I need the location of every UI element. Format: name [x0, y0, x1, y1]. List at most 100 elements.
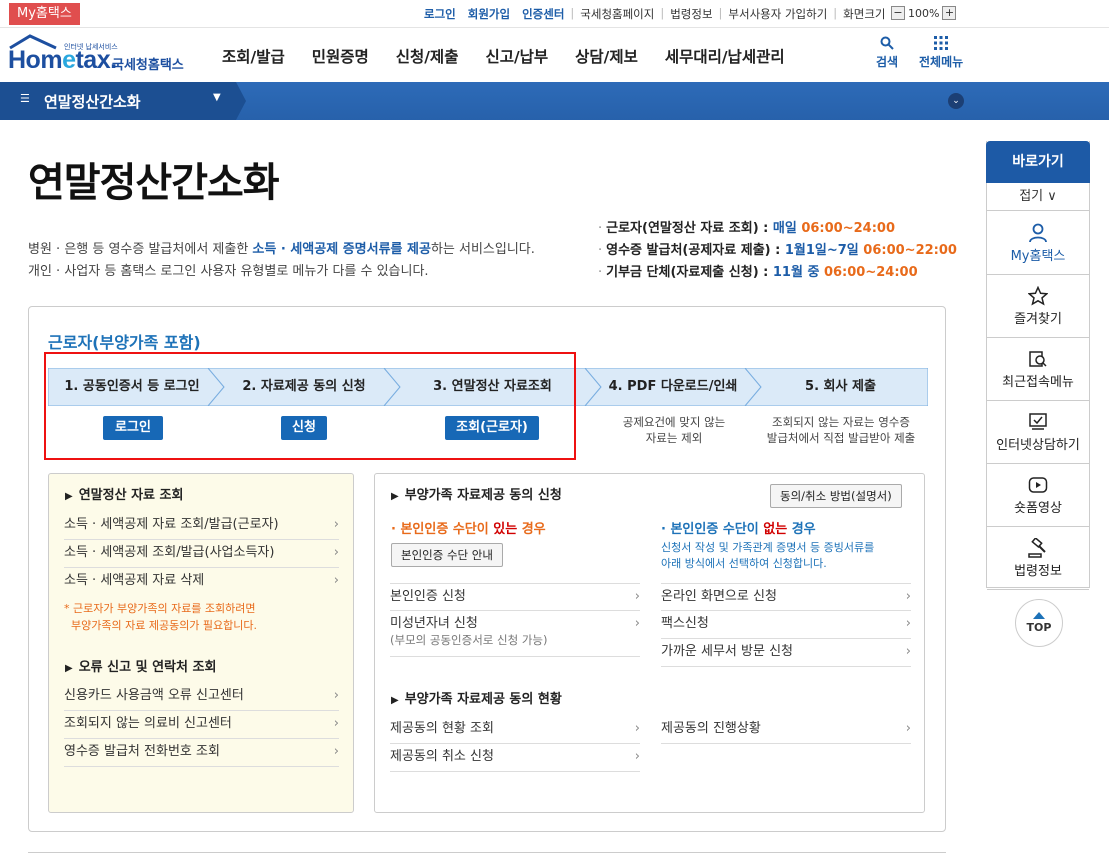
page-title: 연말정산간소화	[28, 160, 280, 206]
search-icon	[880, 36, 894, 50]
location-arrow	[236, 82, 246, 120]
list-item[interactable]: 제공동의 취소 신청 ›	[390, 744, 640, 772]
quick-short-video[interactable]: 숏폼영상	[987, 464, 1089, 527]
scroll-top-button[interactable]: TOP	[1015, 599, 1063, 647]
utility-bar: My홈택스 로그인 회원가입 인증센터 | 국세청홈페이지 | 법령정보 | 부…	[0, 0, 1109, 28]
step-4: 4. PDF 다운로드/인쇄	[608, 379, 738, 394]
list-item[interactable]: 영수증 발급처 전화번호 조회 ›	[64, 739, 339, 767]
chevron-right-icon: ›	[333, 545, 339, 560]
grid-icon	[934, 36, 949, 50]
gavel-icon	[1028, 538, 1046, 558]
logo-wordmark: Hometax.	[8, 46, 117, 74]
chevron-right-icon: ›	[333, 517, 339, 532]
list-item[interactable]: 제공동의 진행상황 ›	[661, 716, 911, 744]
consult-icon	[1029, 413, 1047, 430]
person-icon	[1029, 223, 1047, 243]
panel-heading: 오류 신고 및 연락처 조회	[65, 656, 217, 675]
year-end-data-panel: 연말정산 자료 조회 소득 · 세액공제 자료 조회/발급(근로자)› 소득 ·…	[48, 473, 354, 813]
schedule-item: · 기부금 단체(자료제출 신청) : 11월 중 06:00~24:00	[598, 265, 918, 280]
recent-menu-icon	[1029, 351, 1047, 367]
all-menu-button[interactable]: 전체메뉴	[919, 36, 963, 70]
panel-heading: 연말정산 자료 조회	[65, 484, 184, 503]
law-info-link[interactable]: 법령정보	[664, 6, 718, 22]
list-item[interactable]: 제공동의 현황 조회 ›	[390, 716, 640, 744]
has-auth-heading: · 본인인증 수단이 있는 경우	[391, 522, 546, 537]
schedule-item: · 근로자(연말정산 자료 조회) : 매일 06:00~24:00	[598, 221, 895, 236]
cert-center-link[interactable]: 인증센터	[516, 6, 570, 22]
main-content-box: 근로자(부양가족 포함) 1. 공동인증서 등 로그인 2. 자료제공 동의 신…	[28, 306, 946, 832]
gnb-report-pay[interactable]: 신고/납부	[485, 45, 548, 67]
location-title[interactable]: 연말정산간소화	[44, 91, 141, 112]
gnb-civil-certificate[interactable]: 민원증명	[312, 45, 369, 67]
dependent-consent-panel: 부양가족 자료제공 동의 신청 동의/취소 방법(설명서) · 본인인증 수단이…	[374, 473, 925, 813]
chevron-right-icon: ›	[634, 616, 640, 631]
section-title: 근로자(부양가족 포함)	[48, 333, 201, 352]
search-button[interactable]: 검색	[876, 36, 898, 70]
screen-size-label: 화면크기	[843, 7, 886, 21]
gnb-apply-submit[interactable]: 신청/제출	[396, 45, 459, 67]
chevron-right-icon: ›	[333, 688, 339, 703]
location-bar: ☰ 연말정산간소화 ▼ ⌄	[0, 82, 1109, 120]
chevron-right-icon: ›	[333, 744, 339, 759]
all-menu-label: 전체메뉴	[919, 55, 964, 69]
panel-heading: 부양가족 자료제공 동의 신청	[391, 484, 562, 503]
list-item[interactable]: 소득 · 세액공제 자료 삭제 ›	[64, 568, 339, 596]
star-icon	[1028, 286, 1048, 306]
expand-circle-icon[interactable]: ⌄	[948, 93, 964, 109]
consent-guide-button[interactable]: 동의/취소 방법(설명서)	[770, 484, 902, 508]
utility-links: 로그인 회원가입 인증센터 | 국세청홈페이지 | 법령정보 | 부서사용자 가…	[418, 6, 892, 22]
global-nav: 조회/발급 민원증명 신청/제출 신고/납부 상담/제보 세무대리/납세관리	[222, 45, 812, 67]
list-item[interactable]: 미성년자녀 신청 (부모의 공동인증서로 신청 가능) ›	[390, 611, 640, 657]
list-item[interactable]: 본인인증 신청 ›	[390, 583, 640, 611]
quick-law-info[interactable]: 법령정보	[987, 527, 1089, 590]
quick-favorites[interactable]: 즐겨찾기	[987, 275, 1089, 338]
quick-menu-fold-button[interactable]: 접기 ∨	[987, 183, 1089, 211]
gnb-inquiry-issue[interactable]: 조회/발급	[222, 45, 285, 67]
intro-highlight: 소득 · 세액공제 증명서류를 제공	[252, 242, 431, 257]
gnb-consult-tipoff[interactable]: 상담/제보	[575, 45, 638, 67]
search-label: 검색	[876, 55, 899, 69]
auth-guide-button[interactable]: 본인인증 수단 안내	[391, 543, 503, 567]
menu-icon[interactable]: ☰	[20, 92, 30, 105]
panel-heading: 부양가족 자료제공 동의 현황	[391, 688, 562, 707]
nts-home-link[interactable]: 국세청홈페이지	[574, 6, 660, 22]
dept-user-signup-link[interactable]: 부서사용자 가입하기	[722, 6, 833, 22]
chevron-right-icon: ›	[333, 573, 339, 588]
zoom-level: 100%	[908, 6, 940, 20]
step-5: 5. 회사 제출	[805, 379, 876, 394]
quick-internet-consult[interactable]: 인터넷상담하기	[987, 401, 1089, 464]
step-4-description: 공제요건에 맞지 않는 자료는 제외	[622, 415, 726, 445]
signup-link[interactable]: 회원가입	[462, 6, 516, 22]
footer-divider	[28, 852, 946, 853]
zoom-in-button[interactable]: +	[942, 6, 957, 20]
list-item[interactable]: 소득 · 세액공제 조회/발급(사업소득자) ›	[64, 540, 339, 568]
step-5-description: 조회되지 않는 자료는 영수증 발급처에서 직접 발급받아 제출	[766, 415, 916, 445]
chevron-right-icon: ›	[634, 749, 640, 764]
service-schedule: · 근로자(연말정산 자료 조회) : 매일 06:00~24:00 · 영수증 발…	[598, 218, 957, 284]
header: 인터넷 납세서비스 Hometax. 국세청홈택스 조회/발급 민원증명 신청/…	[0, 28, 1109, 82]
dropdown-caret-icon[interactable]: ▼	[213, 92, 221, 103]
list-item[interactable]: 가까운 세무서 방문 신청 ›	[661, 639, 911, 667]
quick-menu: 바로가기 접기 ∨ My홈택스 즐겨찾기 최근접속메뉴 인터넷상담하기 숏폼영상…	[986, 141, 1090, 590]
gnb-tax-agent[interactable]: 세무대리/납세관리	[665, 45, 785, 67]
logo-korean-name: 국세청홈택스	[112, 58, 184, 73]
my-hometax-tag[interactable]: My홈택스	[9, 3, 80, 25]
login-link[interactable]: 로그인	[418, 6, 462, 22]
dependent-consent-note: * 근로자가 부양가족의 자료를 조회하려면 부양가족의 자료 제공동의가 필요…	[64, 602, 258, 632]
quick-my-hometax[interactable]: My홈택스	[987, 212, 1089, 275]
list-item[interactable]: 팩스신청 ›	[661, 611, 911, 639]
list-item[interactable]: 소득 · 세액공제 자료 조회/발급(근로자) ›	[64, 512, 339, 540]
chevron-right-icon: ›	[905, 721, 911, 736]
list-item[interactable]: 온라인 화면으로 신청 ›	[661, 583, 911, 611]
list-item[interactable]: 신용카드 사용금액 오류 신고센터 ›	[64, 683, 339, 711]
list-item[interactable]: 조회되지 않는 의료비 신고센터 ›	[64, 711, 339, 739]
schedule-item: · 영수증 발급처(공제자료 제출) : 1월1일~7일 06:00~22:00	[598, 243, 957, 258]
quick-recent-menu[interactable]: 최근접속메뉴	[987, 338, 1089, 401]
chevron-right-icon: ›	[905, 616, 911, 631]
chevron-right-icon: ›	[905, 644, 911, 659]
zoom-out-button[interactable]: −	[891, 6, 905, 20]
hometax-logo[interactable]: 인터넷 납세서비스 Hometax. 국세청홈택스	[8, 34, 193, 76]
highlight-box	[44, 352, 576, 460]
no-auth-note: 신청서 작성 및 가족관계 증명서 등 증빙서류를 아래 방식에서 선택하여 신…	[661, 541, 875, 570]
page-intro: 병원 · 은행 등 영수증 발급처에서 제출한 소득 · 세액공제 증명서류를 …	[28, 242, 535, 279]
